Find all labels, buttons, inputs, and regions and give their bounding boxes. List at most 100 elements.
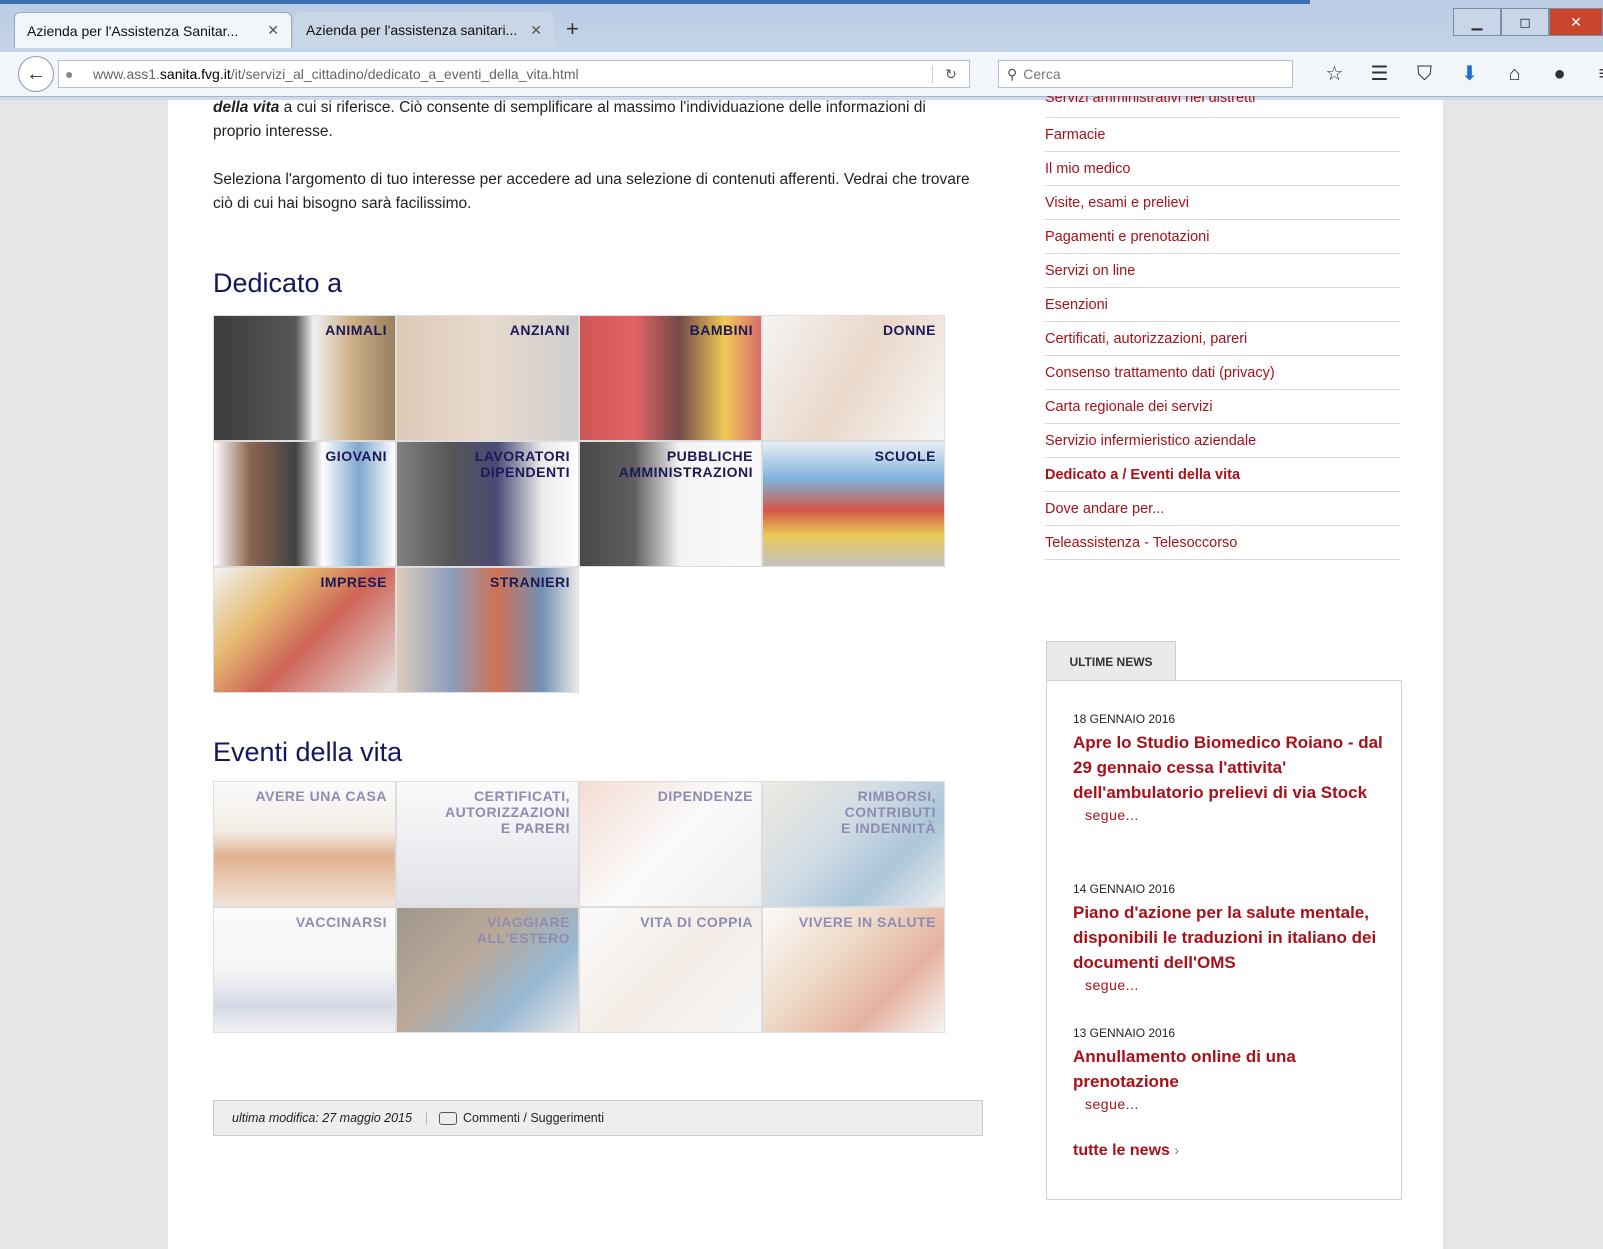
bookmark-star-icon[interactable]: ☆ (1312, 60, 1357, 88)
ded-tile-imprese[interactable]: IMPRESE (213, 567, 396, 693)
evt-tile-certificati-autorizzazioni-e-pareri[interactable]: CERTIFICATI, AUTORIZZAZIONI E PARERI (396, 781, 579, 907)
tile-label: ANZIANI (509, 322, 570, 338)
download-icon[interactable]: ⬇ (1447, 60, 1492, 88)
minimize-button[interactable]: ▁ (1453, 8, 1501, 36)
sidebar-menu-item[interactable]: Il mio medico (1045, 152, 1400, 186)
home-icon[interactable]: ⌂ (1492, 60, 1537, 88)
news-date: 14 GENNAIO 2016 (1073, 882, 1176, 896)
sidebar-menu-item[interactable]: Servizio infermieristico aziendale (1045, 424, 1400, 458)
sidebar-menu-item[interactable]: Carta regionale dei servizi (1045, 390, 1400, 424)
tile-label: GIOVANI (325, 448, 387, 464)
news-date: 18 GENNAIO 2016 (1073, 712, 1176, 726)
heading-dedicato: Dedicato a (213, 268, 343, 298)
tab-close-icon[interactable]: ✕ (267, 22, 279, 39)
sidebar-menu-item[interactable]: Servizi amministrativi nei distretti (1045, 96, 1400, 118)
window-controls: ▁ ◻ ✕ (1453, 8, 1603, 36)
intro-paragraph-2: Seleziona l'argomento di tuo interesse p… (213, 171, 970, 212)
evt-tile-vaccinarsi[interactable]: VACCINARSI (213, 907, 396, 1033)
evt-tile-vivere-in-salute[interactable]: VIVERE IN SALUTE (762, 907, 945, 1033)
pocket-icon[interactable]: ⛉ (1402, 60, 1447, 88)
tile-label: PUBBLICHE AMMINISTRAZIONI (618, 448, 753, 480)
news-item: 13 GENNAIO 2016 Annullamento online di un… (1073, 1026, 1383, 1112)
sidebar-menu-item[interactable]: Pagamenti e prenotazioni (1045, 220, 1400, 254)
comment-icon (438, 1111, 457, 1125)
maximize-button[interactable]: ◻ (1501, 8, 1549, 36)
globe-icon: ● (65, 66, 74, 82)
tab-title: Azienda per l'assistenza sanitari... (306, 22, 518, 38)
news-title-link[interactable]: Annullamento online di una prenotazione (1073, 1044, 1383, 1094)
close-window-button[interactable]: ✕ (1549, 8, 1603, 36)
tab-close-icon[interactable]: ✕ (530, 22, 542, 39)
tile-label: IMPRESE (320, 574, 387, 590)
tile-label: ANIMALI (325, 322, 387, 338)
tile-label: VITA DI COPPIA (640, 914, 753, 930)
news-item: 18 GENNAIO 2016 Apre lo Studio Biomedico … (1073, 712, 1383, 823)
ded-tile-anziani[interactable]: ANZIANI (396, 315, 579, 441)
menu-icon[interactable]: ≡ (1582, 60, 1603, 88)
tab-active[interactable]: Azienda per l'Assistenza Sanitar... ✕ (14, 12, 292, 48)
back-button[interactable]: ← (18, 56, 54, 92)
tile-label: VIAGGIARE ALL'ESTERO (476, 914, 570, 946)
all-news-link[interactable]: tutte le news › (1073, 1142, 1179, 1160)
tile-label: DONNE (882, 322, 936, 338)
intro-paragraph-1: della vita a cui si riferisce. Ciò conse… (213, 99, 926, 140)
chat-icon[interactable]: ● (1537, 60, 1582, 88)
ded-tile-donne[interactable]: DONNE (762, 315, 945, 441)
sidebar-menu: Servizi amministrativi nei distretti Farm… (1045, 96, 1400, 560)
tile-label: AVERE UNA CASA (255, 788, 387, 804)
tile-label: VIVERE IN SALUTE (798, 914, 936, 930)
tab-title: Azienda per l'Assistenza Sanitar... (27, 22, 239, 39)
url-text: www.ass1.sanita.fvg.it/it/servizi_al_cit… (93, 66, 579, 82)
news-date: 13 GENNAIO 2016 (1073, 1026, 1176, 1040)
sidebar-menu-item[interactable]: Visite, esami e prelievi (1045, 186, 1400, 220)
evt-tile-dipendenze[interactable]: DIPENDENZE (579, 781, 762, 907)
page-footer-bar: ultima modifica: 27 maggio 2015 Commenti… (213, 1100, 983, 1136)
evt-tile-viaggiare-all-estero[interactable]: VIAGGIARE ALL'ESTERO (396, 907, 579, 1033)
toolbar-icons: ☆ ☰ ⛉ ⬇ ⌂ ● ≡ (1312, 60, 1603, 88)
evt-tile-rimborsi-contributi-e-indennità[interactable]: RIMBORSI, CONTRIBUTI E INDENNITÀ (762, 781, 945, 907)
tile-label: BAMBINI (689, 322, 753, 338)
news-more-link[interactable]: segue... (1085, 807, 1383, 823)
url-bar[interactable]: ● www.ass1.sanita.fvg.it/it/servizi_al_c… (58, 60, 970, 88)
ded-tile-animali[interactable]: ANIMALI (213, 315, 396, 441)
sidebar-menu-item[interactable]: Certificati, autorizzazioni, pareri (1045, 322, 1400, 356)
intro-text: della vita a cui si riferisce. Ciò conse… (213, 96, 973, 240)
new-tab-button[interactable]: + (566, 16, 579, 42)
sidebar-menu-item[interactable]: Dove andare per... (1045, 492, 1400, 526)
sidebar-menu-item[interactable]: Servizi on line (1045, 254, 1400, 288)
sidebar-menu-item[interactable]: Farmacie (1045, 118, 1400, 152)
news-more-link[interactable]: segue... (1085, 977, 1383, 993)
news-item: 14 GENNAIO 2016 Piano d'azione per la sal… (1073, 882, 1383, 993)
ded-tile-stranieri[interactable]: STRANIERI (396, 567, 579, 693)
evt-tile-avere-una-casa[interactable]: AVERE UNA CASA (213, 781, 396, 907)
news-title-link[interactable]: Piano d'azione per la salute mentale, di… (1073, 900, 1383, 975)
ded-tile-bambini[interactable]: BAMBINI (579, 315, 762, 441)
tile-label: SCUOLE (874, 448, 936, 464)
sidebar-menu-item[interactable]: Consenso trattamento dati (privacy) (1045, 356, 1400, 390)
sidebar-menu-item[interactable]: Teleassistenza - Telesoccorso (1045, 526, 1400, 560)
ded-tile-scuole[interactable]: SCUOLE (762, 441, 945, 567)
reading-list-icon[interactable]: ☰ (1357, 60, 1402, 88)
tile-label: STRANIERI (490, 574, 570, 590)
sidebar-menu-item[interactable]: Dedicato a / Eventi della vita (1045, 458, 1400, 492)
comments-link[interactable]: Commenti / Suggerimenti (427, 1111, 604, 1125)
evt-tile-vita-di-coppia[interactable]: VITA DI COPPIA (579, 907, 762, 1033)
reload-icon[interactable]: ↻ (932, 65, 969, 83)
tile-label: RIMBORSI, CONTRIBUTI E INDENNITÀ (841, 788, 936, 836)
tile-label: LAVORATORI DIPENDENTI (474, 448, 570, 480)
ded-tile-lavoratori-dipendenti[interactable]: LAVORATORI DIPENDENTI (396, 441, 579, 567)
last-modified: ultima modifica: 27 maggio 2015 (214, 1111, 427, 1125)
titlebar-accent (0, 0, 1310, 4)
ded-tile-giovani[interactable]: GIOVANI (213, 441, 396, 567)
tab-inactive[interactable]: Azienda per l'assistenza sanitari... ✕ (294, 12, 554, 48)
sidebar-menu-item[interactable]: Esenzioni (1045, 288, 1400, 322)
heading-eventi: Eventi della vita (213, 737, 403, 767)
tile-label: VACCINARSI (295, 914, 387, 930)
news-title-link[interactable]: Apre lo Studio Biomedico Roiano - dal 29… (1073, 730, 1383, 805)
search-input[interactable]: ⚲ Cerca (998, 60, 1293, 88)
tile-label: DIPENDENZE (657, 788, 753, 804)
tab-ultime-news[interactable]: ULTIME NEWS (1046, 641, 1176, 681)
ded-tile-pubbliche-amministrazioni[interactable]: PUBBLICHE AMMINISTRAZIONI (579, 441, 762, 567)
tile-label: CERTIFICATI, AUTORIZZAZIONI E PARERI (445, 788, 570, 836)
news-more-link[interactable]: segue... (1085, 1096, 1383, 1112)
